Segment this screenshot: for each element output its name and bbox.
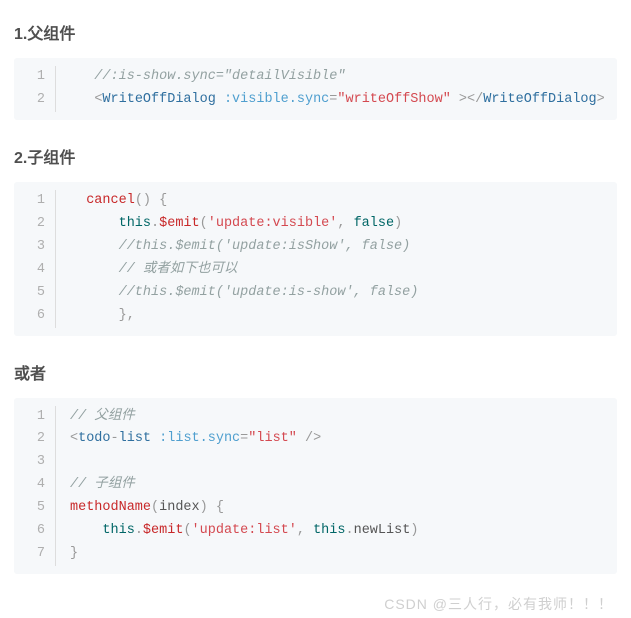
- code-content: this.$emit('update:list', this.newList): [70, 520, 418, 543]
- code-content: this.$emit('update:visible', false): [70, 213, 402, 236]
- section1-heading: 1.父组件: [14, 20, 617, 44]
- code-content: cancel() {: [70, 190, 167, 213]
- code-content: methodName(index) {: [70, 497, 224, 520]
- line-number: 2: [14, 428, 56, 451]
- code-line: 3 //this.$emit('update:isShow', false): [14, 236, 617, 259]
- code-line: 2 <todo-list :list.sync="list" />: [14, 428, 617, 451]
- line-number: 7: [14, 543, 56, 566]
- section2-heading: 2.子组件: [14, 144, 617, 168]
- line-number: 1: [14, 66, 56, 89]
- line-number: 2: [14, 89, 56, 112]
- code-content: //this.$emit('update:isShow', false): [70, 236, 410, 259]
- code-content: <WriteOffDialog :visible.sync="writeOffS…: [70, 89, 605, 112]
- code-line: 1 //:is-show.sync="detailVisible": [14, 66, 617, 89]
- watermark-text: CSDN @三人行，必有我师！！！: [384, 594, 613, 614]
- code-line: 1 // 父组件: [14, 406, 617, 429]
- code-content: },: [70, 305, 135, 328]
- section3-heading: 或者: [14, 360, 617, 384]
- code-line: 3: [14, 451, 617, 474]
- line-number: 1: [14, 406, 56, 429]
- code-line: 5 methodName(index) {: [14, 497, 617, 520]
- codeblock-2: 1 cancel() {2 this.$emit('update:visible…: [14, 182, 617, 336]
- line-number: 2: [14, 213, 56, 236]
- codeblock-3: 1 // 父组件 2 <todo-list :list.sync="list" /> 3…: [14, 398, 617, 575]
- code-line: 6 },: [14, 305, 617, 328]
- code-line: 4 // 或者如下也可以: [14, 259, 617, 282]
- code-content: //this.$emit('update:is-show', false): [70, 282, 418, 305]
- code-content: }: [70, 543, 78, 566]
- code-content: // 子组件: [70, 474, 135, 497]
- line-number: 3: [14, 236, 56, 259]
- code-line: 2 <WriteOffDialog :visible.sync="writeOf…: [14, 89, 617, 112]
- line-number: 1: [14, 190, 56, 213]
- line-number: 5: [14, 282, 56, 305]
- code-content: // 或者如下也可以: [70, 259, 237, 282]
- line-number: 4: [14, 259, 56, 282]
- code-line: 6 this.$emit('update:list', this.newList…: [14, 520, 617, 543]
- code-line: 1 cancel() {: [14, 190, 617, 213]
- line-number: 6: [14, 305, 56, 328]
- code-line: 2 this.$emit('update:visible', false): [14, 213, 617, 236]
- code-line: 7}: [14, 543, 617, 566]
- code-content: // 父组件: [70, 406, 135, 429]
- code-content: <todo-list :list.sync="list" />: [70, 428, 321, 451]
- line-number: 6: [14, 520, 56, 543]
- codeblock-1: 1 //:is-show.sync="detailVisible"2 <Writ…: [14, 58, 617, 120]
- code-line: 4 // 子组件: [14, 474, 617, 497]
- line-number: 5: [14, 497, 56, 520]
- code-line: 5 //this.$emit('update:is-show', false): [14, 282, 617, 305]
- line-number: 4: [14, 474, 56, 497]
- code-content: //:is-show.sync="detailVisible": [70, 66, 345, 89]
- code-content: [70, 451, 78, 474]
- line-number: 3: [14, 451, 56, 474]
